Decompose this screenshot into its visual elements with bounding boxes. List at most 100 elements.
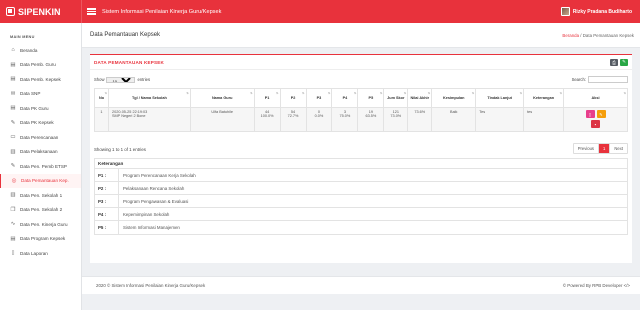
keterangan-value: Program Perencanaan Kerja Sekolah bbox=[123, 172, 196, 178]
keterangan-key: P2 : bbox=[95, 181, 119, 195]
pencil-icon: ✎ bbox=[599, 111, 603, 117]
column-header[interactable]: P3 ⇅ bbox=[305, 88, 333, 108]
pulse-icon: ∿ bbox=[10, 221, 16, 228]
copy-icon: ❐ bbox=[10, 206, 16, 213]
sort-icon: ⇅ bbox=[427, 91, 431, 95]
sidebar-item[interactable]: ◎ Data Pemantauan Kep. bbox=[0, 173, 81, 188]
sidebar-item-label: Data Laporan bbox=[20, 250, 48, 256]
sort-icon: ⇅ bbox=[327, 91, 331, 95]
brand[interactable]: SIPENKIN bbox=[0, 0, 82, 23]
column-header[interactable]: Keterangan ⇅ bbox=[523, 88, 565, 108]
sidebar-item[interactable]: ✎ Data Pen. Pemb ETSP bbox=[0, 159, 81, 174]
sort-icon: ⇅ bbox=[559, 91, 563, 95]
cell-p5: 19 63.5% bbox=[357, 107, 385, 132]
sidebar-item[interactable]: ▥ Data Pen. Sekolah 1 bbox=[0, 188, 81, 203]
entries-label: entries bbox=[137, 77, 151, 82]
pagination: Previous 1 Next bbox=[572, 143, 628, 154]
column-header[interactable]: P2 ⇅ bbox=[279, 88, 307, 108]
cell-p4: 3 75.0% bbox=[331, 107, 359, 132]
column-header[interactable]: Nama Guru ⇅ bbox=[189, 88, 255, 108]
sidebar-item-label: Data SNP bbox=[20, 91, 41, 97]
main-content: Data Pemantauan Kepsek Beranda / Data Pe… bbox=[82, 23, 640, 310]
sort-icon: ⇅ bbox=[186, 91, 189, 95]
column-header[interactable]: Nilai Akhir ⇅ bbox=[407, 88, 433, 108]
keterangan-key: P5 : bbox=[95, 221, 119, 234]
user-name: Rizky Pradana Budiharto bbox=[572, 8, 632, 15]
sidebar-item-label: Data Pemb. Guru bbox=[20, 62, 56, 68]
sidebar-item-label: Data Pemb. Kepsek bbox=[20, 76, 61, 82]
sidebar-item[interactable]: ∿ Data Pen. Kinerja Guru bbox=[0, 217, 81, 232]
sort-icon: ⇅ bbox=[623, 91, 626, 95]
edit-all-button[interactable]: ✎ bbox=[620, 58, 628, 66]
sidebar-item-label: Data PK Guru bbox=[20, 105, 49, 111]
sidebar-item[interactable]: ▤ Data Pemb. Kepsek bbox=[0, 72, 81, 87]
hamburger-menu-icon[interactable] bbox=[87, 8, 96, 15]
edit-button[interactable]: ✎ bbox=[596, 110, 606, 118]
column-header[interactable]: Jum Skor ⇅ bbox=[383, 88, 409, 108]
sidebar-item[interactable]: ▤ Data PK Guru bbox=[0, 101, 81, 116]
sidebar-item[interactable]: ▭ Data Perencanaan bbox=[0, 130, 81, 145]
breadcrumb: Beranda / Data Pemantauan Kepsek bbox=[562, 33, 634, 38]
keterangan-value: Program Pengawasan & Evaluasi bbox=[123, 198, 189, 204]
column-header[interactable]: P5 ⇅ bbox=[357, 88, 385, 108]
sort-icon: ⇅ bbox=[250, 91, 253, 95]
page-1-button[interactable]: 1 bbox=[599, 144, 611, 153]
sidebar-item[interactable]: ⌂ Beranda bbox=[0, 43, 81, 58]
breadcrumb-current: Data Pemantauan Kepsek bbox=[582, 32, 634, 38]
cell-aksi: ▯ ✎ ▪ bbox=[563, 107, 628, 132]
logo-icon bbox=[6, 7, 15, 16]
sidebar-item[interactable]: ▤ Data Program Kepsek bbox=[0, 232, 81, 247]
sidebar-item-label: Data Pelaksanaan bbox=[20, 149, 58, 155]
sidebar-menu: ⌂ Beranda ▤ Data Pemb. Guru ▤ Data Pemb. Keps… bbox=[0, 43, 81, 261]
sidebar-item[interactable]: ▤ Data Pemb. Guru bbox=[0, 58, 81, 73]
sort-icon: ⇅ bbox=[403, 91, 407, 95]
user-menu[interactable]: Rizky Pradana Budiharto bbox=[560, 7, 640, 16]
keterangan-panel: Keterangan P1 : Program Perencanaan Kerja… bbox=[94, 158, 628, 235]
cell-no: 1 bbox=[94, 107, 109, 132]
bar-chart-icon: ▥ bbox=[10, 148, 16, 155]
sidebar-item-label: Data Program Kepsek bbox=[20, 236, 66, 242]
cell-p2: 54 72.7% bbox=[279, 107, 307, 132]
next-button[interactable]: Next bbox=[610, 144, 627, 153]
data-card: DATA PEMANTAUAN KEPSEK ⎙ ✎ Show 10 entri… bbox=[90, 54, 632, 263]
keterangan-value: Sistem Informasi Manajemen bbox=[123, 225, 180, 230]
breadcrumb-home[interactable]: Beranda bbox=[562, 33, 579, 38]
column-header[interactable]: P4 ⇅ bbox=[331, 88, 359, 108]
keterangan-key: P3 : bbox=[95, 194, 119, 208]
delete-button[interactable]: ▪ bbox=[591, 120, 601, 128]
sidebar-item-label: Data Pen. Sekolah 2 bbox=[20, 207, 63, 213]
keterangan-row: P3 : Program Pengawasan & Evaluasi bbox=[95, 194, 627, 208]
column-header[interactable]: No ⇅ bbox=[94, 88, 109, 108]
column-header[interactable]: Kesimpulan ⇅ bbox=[431, 88, 477, 108]
column-header[interactable]: Aksi ⇅ bbox=[563, 88, 628, 108]
file-icon: ▯ bbox=[588, 111, 592, 117]
sidebar-item[interactable]: ▯ Data Laporan bbox=[0, 246, 81, 261]
print-button[interactable]: ⎙ bbox=[610, 58, 618, 66]
entries-select[interactable]: 10 bbox=[106, 76, 136, 83]
target-icon: ◎ bbox=[11, 177, 17, 184]
column-header[interactable]: Tgl / Nama Sekolah ⇅ bbox=[107, 88, 191, 108]
sidebar-item[interactable]: ❐ Data Pen. Sekolah 2 bbox=[0, 203, 81, 218]
search-input[interactable] bbox=[588, 76, 628, 83]
sidebar-item[interactable]: ✎ Data PK Kepsek bbox=[0, 116, 81, 131]
sort-icon: ⇅ bbox=[519, 91, 523, 95]
previous-button[interactable]: Previous bbox=[574, 144, 600, 153]
view-button[interactable]: ▯ bbox=[585, 110, 595, 118]
sidebar-item[interactable]: ✉ Data SNP bbox=[0, 87, 81, 102]
page-title: Data Pemantauan Kepsek bbox=[90, 32, 161, 38]
sort-icon: ⇅ bbox=[301, 91, 305, 95]
data-table: No ⇅ Tgl / Nama Sekolah ⇅ Nama Guru ⇅ P1 ⇅ P2 ⇅ P3… bbox=[94, 88, 628, 132]
mail-icon: ✉ bbox=[10, 90, 16, 97]
card-title: DATA PEMANTAUAN KEPSEK bbox=[94, 59, 165, 65]
footer: 2020 © Sistem Informasi Penilaian Kinerj… bbox=[82, 276, 640, 294]
cell-tgl-sekolah: 2020-05-25 22:19:03 SMP Negeri 2 Bone bbox=[107, 107, 191, 132]
sidebar-item[interactable]: ▥ Data Pelaksanaan bbox=[0, 145, 81, 160]
column-header[interactable]: P1 ⇅ bbox=[253, 88, 281, 108]
bar-chart-icon: ▥ bbox=[10, 192, 16, 199]
column-header[interactable]: Tindak Lanjut ⇅ bbox=[475, 88, 525, 108]
cell-jum-skor: 121 73.0% bbox=[383, 107, 409, 132]
table-row: 1 2020-05-25 22:19:03 SMP Negeri 2 Bone U… bbox=[94, 107, 628, 132]
cell-kesimpulan: Baik bbox=[431, 107, 477, 132]
keterangan-value: Pelaksanaan Rencana Sekolah bbox=[123, 185, 185, 191]
card-header: DATA PEMANTAUAN KEPSEK ⎙ ✎ bbox=[90, 55, 632, 70]
